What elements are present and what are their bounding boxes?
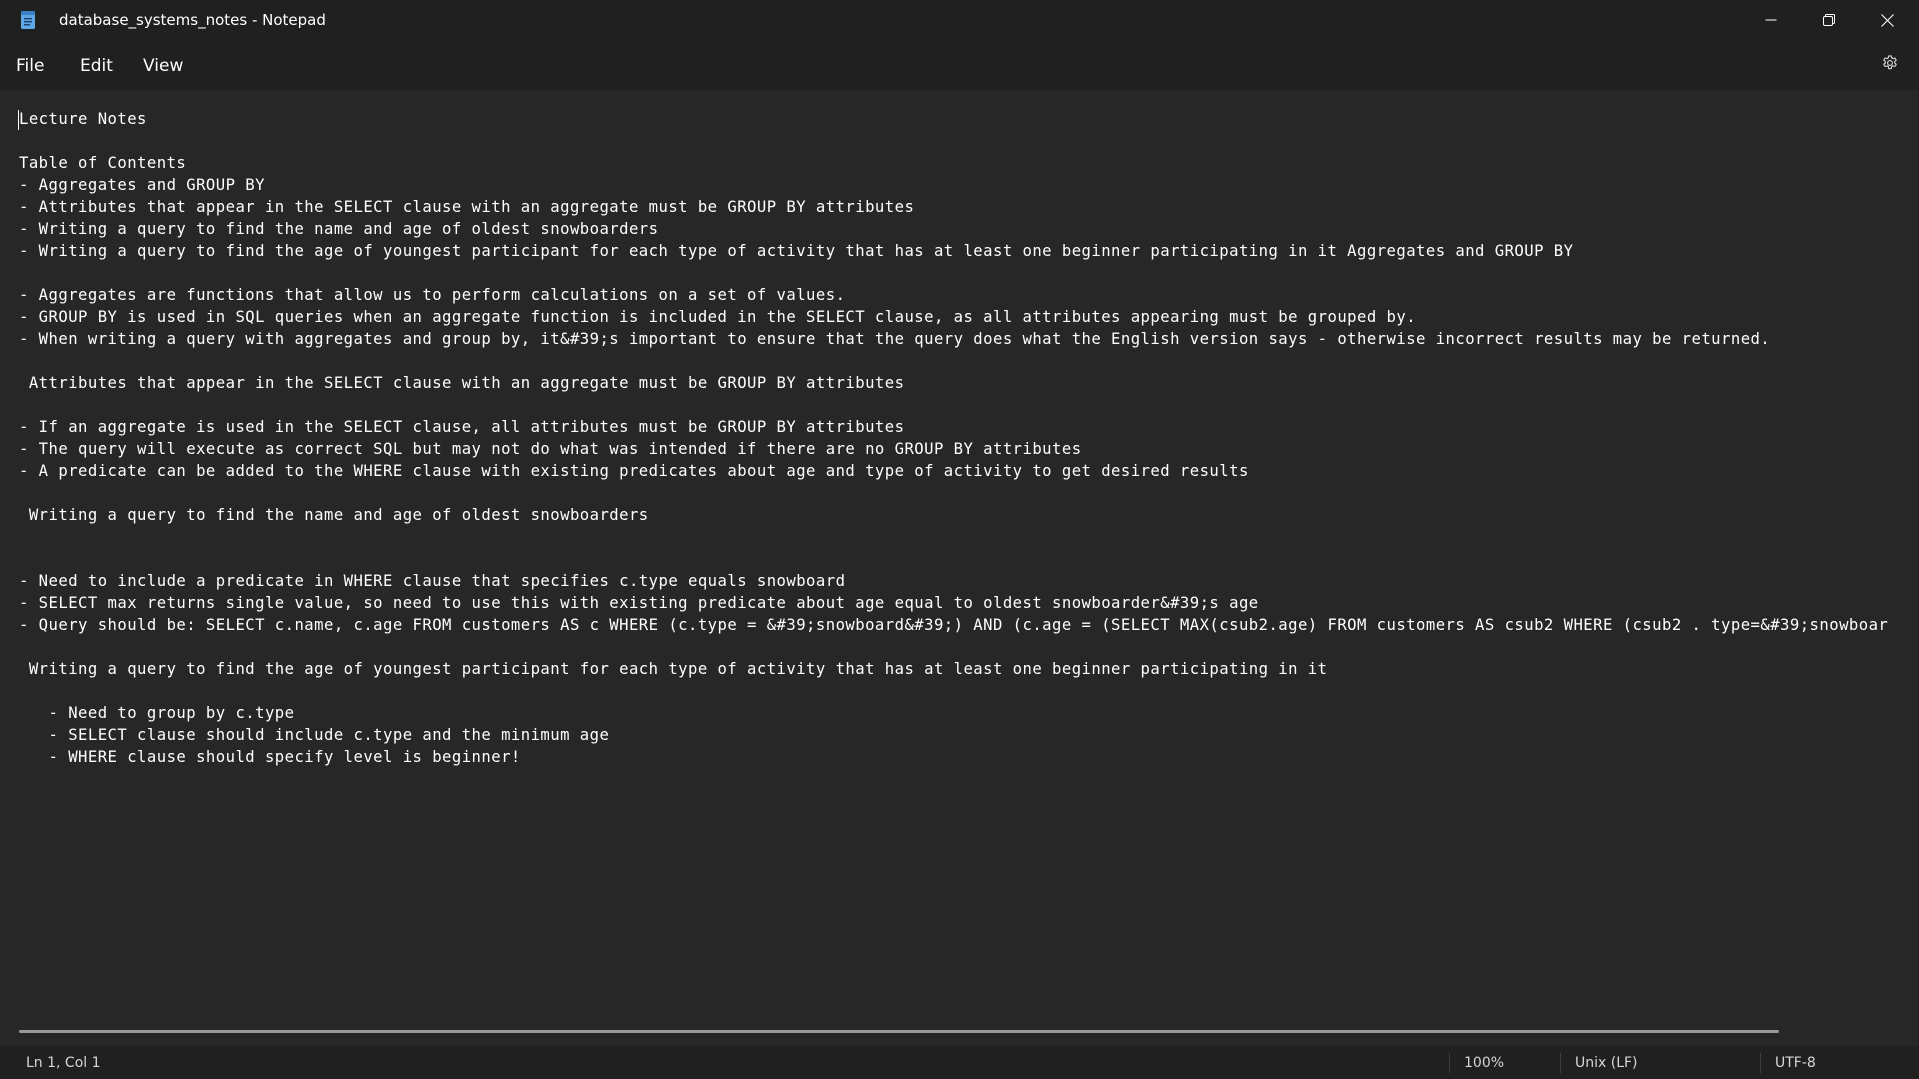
text-editor[interactable]: Lecture Notes Table of Contents - Aggreg… [0,90,1919,1027]
document-text[interactable]: Lecture Notes Table of Contents - Aggreg… [19,108,1888,768]
menu-edit[interactable]: Edit [78,53,115,79]
cursor-position: Ln 1, Col 1 [26,1055,101,1071]
status-divider [1449,1053,1450,1073]
window-title: database_systems_notes - Notepad [59,11,326,29]
title-bar[interactable]: database_systems_notes - Notepad [0,0,1919,40]
line-ending: Unix (LF) [1575,1055,1638,1071]
encoding: UTF-8 [1775,1055,1816,1071]
menu-file[interactable]: File [14,53,46,79]
status-divider [1760,1053,1761,1073]
horizontal-scrollbar[interactable] [19,1030,1779,1033]
menu-view[interactable]: View [141,53,185,79]
status-bar: Ln 1, Col 1 100% Unix (LF) UTF-8 [0,1046,1919,1079]
zoom-level: 100% [1464,1055,1505,1071]
close-button[interactable] [1858,0,1916,40]
minimize-button[interactable] [1742,0,1800,40]
status-divider [1560,1053,1561,1073]
gear-icon [1881,54,1899,76]
restore-icon [1823,14,1835,26]
notepad-window: database_systems_notes - Notepad File Ed… [0,0,1919,1079]
text-caret [18,110,19,130]
settings-button[interactable] [1876,51,1904,79]
menu-bar: File Edit View [0,40,1919,90]
minimize-icon [1765,14,1777,26]
close-icon [1880,13,1894,27]
restore-button[interactable] [1800,0,1858,40]
notepad-app-icon [20,11,36,29]
